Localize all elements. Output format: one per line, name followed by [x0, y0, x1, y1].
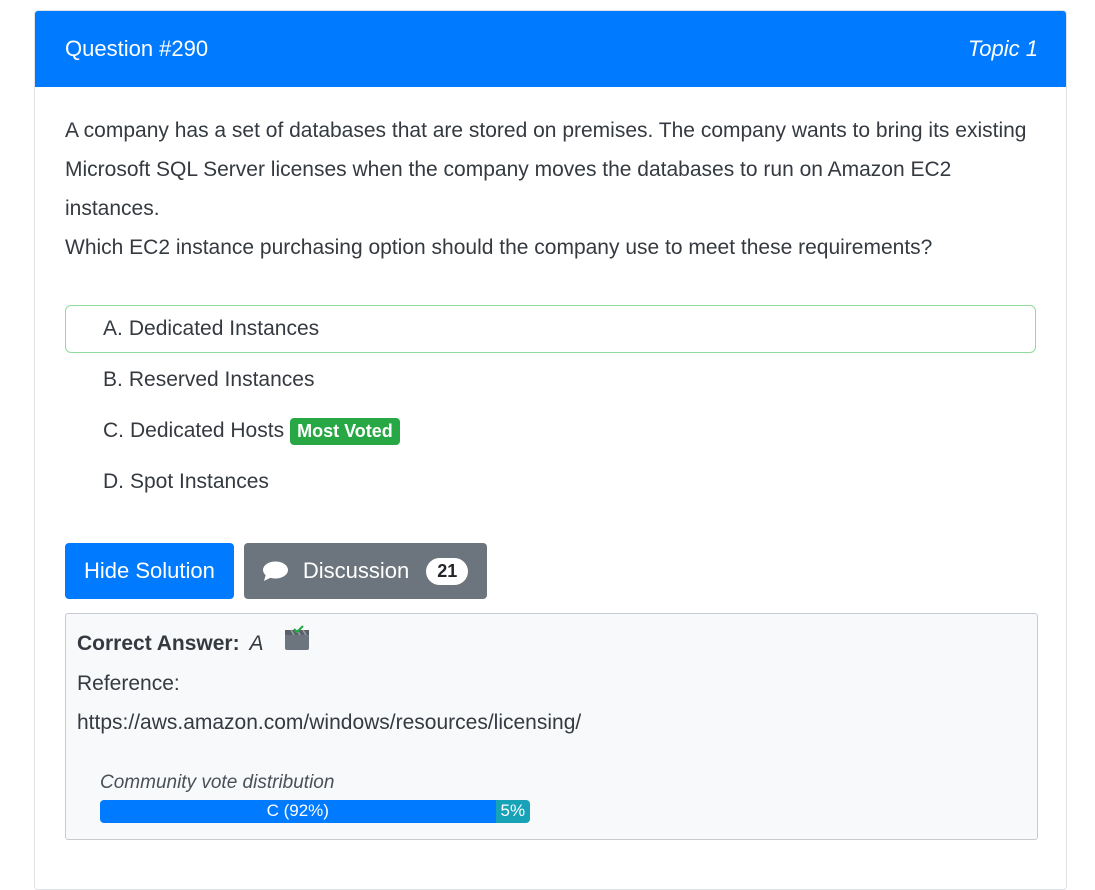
vote-segment-label: C (92%)	[266, 801, 329, 821]
discussion-count-badge: 21	[426, 557, 469, 585]
discussion-label: Discussion	[302, 558, 410, 583]
vote-distribution: Community vote distribution C (92%) 5%	[77, 772, 1026, 823]
choice-text: Reserved Instances	[128, 368, 315, 391]
choice-text: Dedicated Hosts	[130, 419, 285, 442]
question-body: A company has a set of databases that ar…	[35, 87, 1066, 840]
vote-distribution-title: Community vote distribution	[100, 771, 335, 793]
vote-bar: C (92%) 5%	[100, 799, 530, 823]
correct-answer-value: A	[249, 632, 264, 655]
reference-label: Reference:	[77, 671, 180, 695]
discussion-button[interactable]: Discussion 21	[243, 543, 488, 599]
speech-bubble-icon	[262, 560, 289, 582]
reference-link[interactable]: https://aws.amazon.com/windows/resources…	[77, 703, 1026, 742]
question-card: Question #290 Topic 1 A company has a se…	[34, 10, 1067, 890]
correct-answer-label: Correct Answer:	[77, 632, 240, 655]
hide-solution-label: Hide Solution	[84, 558, 215, 583]
choice-d[interactable]: D. Spot Instances	[65, 458, 1036, 506]
choice-text: Spot Instances	[130, 470, 269, 493]
choice-letter: A.	[103, 317, 123, 340]
most-voted-badge: Most Voted	[290, 417, 400, 445]
choice-text: Dedicated Instances	[128, 317, 320, 340]
vote-segment-label: 5%	[500, 801, 526, 821]
vote-segment-other: 5%	[495, 799, 530, 823]
question-paragraph: A company has a set of databases that ar…	[65, 119, 1027, 220]
question-text: A company has a set of databases that ar…	[65, 111, 1036, 267]
correct-answer-line: Correct Answer: A	[77, 624, 1026, 664]
question-prompt: Which EC2 instance purchasing option sho…	[65, 236, 933, 259]
choices-list: A. Dedicated Instances B. Reserved Insta…	[65, 305, 1036, 506]
question-header: Question #290 Topic 1	[35, 11, 1066, 87]
choice-letter: C.	[103, 419, 124, 442]
clapperboard-check-icon	[283, 625, 311, 664]
question-topic: Topic 1	[967, 36, 1038, 61]
action-buttons: Hide Solution Discussion 21	[65, 543, 1036, 599]
choice-c[interactable]: C. Dedicated Hosts Most Voted	[65, 407, 1036, 455]
answer-panel: Correct Answer: A Reference: https://aws…	[65, 613, 1038, 840]
vote-segment-c: C (92%)	[100, 799, 496, 823]
choice-a[interactable]: A. Dedicated Instances	[65, 305, 1036, 353]
hide-solution-button[interactable]: Hide Solution	[65, 543, 234, 599]
choice-letter: B.	[103, 368, 123, 391]
choice-letter: D.	[103, 470, 124, 493]
choice-b[interactable]: B. Reserved Instances	[65, 356, 1036, 404]
question-number: Question #290	[65, 36, 209, 61]
